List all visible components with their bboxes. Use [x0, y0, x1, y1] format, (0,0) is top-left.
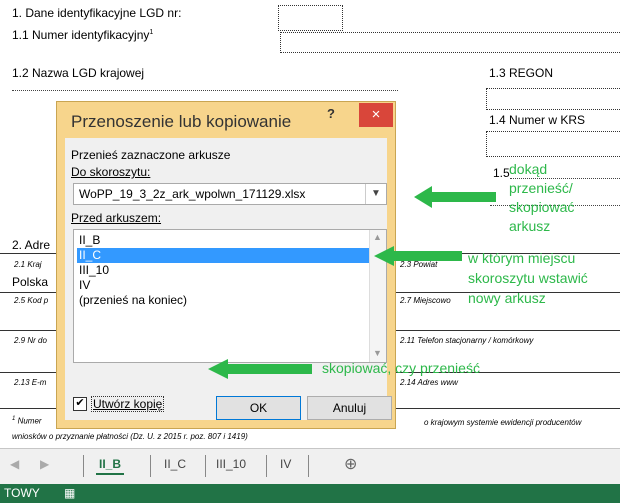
annotation-position: w którym miejscu skoroszytu wstawić nowy… [468, 248, 588, 308]
arrow-to-list-icon [374, 246, 462, 266]
annotation-line: arkusz [509, 218, 551, 234]
annotation-line: skopiować [509, 199, 575, 215]
annotation-line: przenieść/ [509, 180, 573, 196]
annotation-line: w którym miejscu [468, 250, 576, 266]
arrow-to-book-icon [414, 186, 496, 208]
annotation-line: nowy arkusz [468, 290, 546, 306]
annotation-where: dokąd przenieść/ skopiować arkusz [509, 160, 574, 236]
annotation-line: skoroszytu wstawić [468, 270, 588, 286]
annotation-line: dokąd [509, 161, 548, 177]
arrow-to-checkbox-icon [208, 359, 312, 379]
annotation-copy-or-move: skopiować, czy przenieść [322, 360, 480, 376]
